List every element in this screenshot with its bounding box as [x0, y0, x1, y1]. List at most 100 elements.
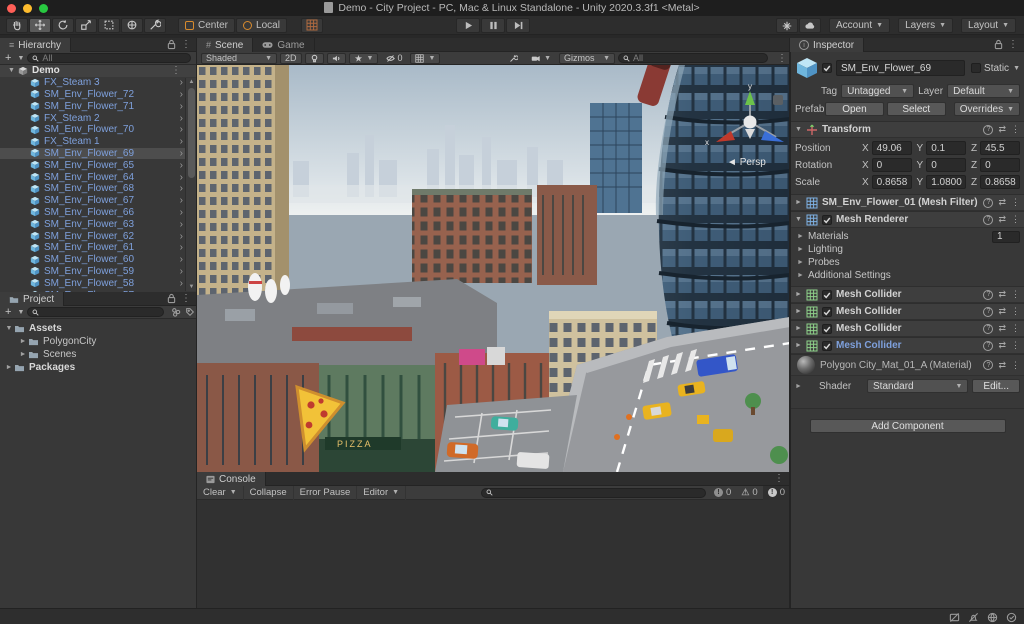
hierarchy-item[interactable]: FX_Steam 1 ›: [0, 136, 197, 148]
tag-dropdown[interactable]: Untagged ▼: [841, 84, 915, 98]
add-component-button[interactable]: Add Component: [809, 419, 1006, 433]
search-by-label-icon[interactable]: [185, 307, 195, 317]
probes-foldout[interactable]: ► Probes: [795, 256, 1020, 269]
kebab-menu-icon[interactable]: ⋮: [771, 473, 787, 484]
grid-snap-button[interactable]: [300, 17, 323, 33]
foldout-icon[interactable]: ►: [795, 325, 806, 332]
custom-tool-button[interactable]: [144, 17, 166, 33]
shader-edit-button[interactable]: Edit...: [972, 379, 1020, 393]
chevron-down-icon[interactable]: ▼: [1013, 65, 1020, 72]
prefab-arrow-icon[interactable]: ›: [180, 148, 183, 159]
component-enabled-checkbox[interactable]: [822, 289, 832, 300]
hierarchy-item[interactable]: SM_Env_Flower_64 ›: [0, 171, 197, 183]
hierarchy-item[interactable]: SM_Env_Flower_68 ›: [0, 183, 197, 195]
hierarchy-item-selected[interactable]: SM_Env_Flower_69 ›: [0, 147, 197, 160]
lock-icon[interactable]: [167, 39, 176, 50]
foldout-icon[interactable]: ►: [18, 351, 28, 358]
rotation-y-field[interactable]: 0: [926, 158, 967, 172]
kebab-menu-icon[interactable]: ⋮: [178, 39, 194, 50]
prefab-arrow-icon[interactable]: ›: [180, 207, 183, 218]
kebab-menu-icon[interactable]: ⋮: [1011, 340, 1020, 351]
mesh-collider-component-header-selected[interactable]: ► Mesh Collider ? ⇄ ⋮: [791, 337, 1024, 354]
materials-count-field[interactable]: 1: [992, 230, 1020, 243]
gizmos-dropdown[interactable]: Gizmos ▼: [559, 52, 615, 64]
foldout-icon[interactable]: ▼: [795, 216, 806, 223]
presets-icon[interactable]: ⇄: [998, 323, 1006, 334]
kebab-menu-icon[interactable]: ⋮: [1005, 39, 1021, 50]
project-search-input[interactable]: [39, 307, 160, 317]
hierarchy-search-input[interactable]: [39, 53, 186, 63]
component-enabled-checkbox[interactable]: [822, 340, 832, 351]
prefab-overrides-dropdown[interactable]: Overrides ▼: [953, 102, 1021, 116]
console-collapse-button[interactable]: Collapse: [244, 485, 294, 500]
kebab-menu-icon[interactable]: ⋮: [1011, 289, 1020, 300]
prefab-arrow-icon[interactable]: ›: [180, 231, 183, 242]
presets-icon[interactable]: ⇄: [998, 340, 1006, 351]
project-folder-scenes[interactable]: ► Scenes: [0, 348, 197, 361]
layer-dropdown[interactable]: Default ▼: [947, 84, 1021, 98]
console-info-toggle[interactable]: ! 0: [709, 486, 736, 500]
foldout-icon[interactable]: ▼: [4, 325, 14, 332]
gizmo-lock-icon[interactable]: [773, 95, 783, 105]
presets-icon[interactable]: ⇄: [998, 306, 1006, 317]
prefab-arrow-icon[interactable]: ›: [180, 101, 183, 112]
help-icon[interactable]: ?: [983, 214, 994, 225]
rotation-x-field[interactable]: 0: [871, 158, 912, 172]
hierarchy-item[interactable]: SM_Env_Flower_65 ›: [0, 159, 197, 171]
create-object-button[interactable]: +: [5, 52, 11, 64]
scale-y-field[interactable]: 1.0800: [926, 175, 967, 189]
prefab-arrow-icon[interactable]: ›: [180, 195, 183, 206]
foldout-icon[interactable]: ►: [18, 338, 28, 345]
help-icon[interactable]: ?: [983, 340, 994, 351]
prefab-arrow-icon[interactable]: ›: [180, 183, 183, 194]
pause-button[interactable]: [481, 18, 505, 33]
foldout-icon[interactable]: ►: [795, 291, 806, 298]
scene-grid-dropdown[interactable]: ▼: [410, 52, 441, 64]
foldout-icon[interactable]: ►: [4, 364, 14, 371]
presets-icon[interactable]: ⇄: [998, 197, 1006, 208]
hierarchy-item[interactable]: SM_Env_Flower_59 ›: [0, 266, 197, 278]
component-enabled-checkbox[interactable]: [822, 214, 832, 225]
scale-z-field[interactable]: 0.8658: [980, 175, 1020, 189]
position-y-field[interactable]: 0.1: [926, 141, 967, 155]
scale-tool-button[interactable]: [75, 17, 97, 33]
play-button[interactable]: [456, 18, 480, 33]
scene-visibility-button[interactable]: 0: [381, 53, 407, 64]
hierarchy-item[interactable]: SM_Env_Flower_66 ›: [0, 207, 197, 219]
prefab-arrow-icon[interactable]: ›: [180, 136, 183, 147]
prefab-arrow-icon[interactable]: ›: [180, 266, 183, 277]
project-folder-packages[interactable]: ► Packages: [0, 361, 197, 374]
transform-component-header[interactable]: ▼ Transform ? ⇄ ⋮: [791, 121, 1024, 138]
presets-icon[interactable]: ⇄: [998, 214, 1006, 225]
foldout-icon[interactable]: ▼: [795, 126, 806, 133]
kebab-menu-icon[interactable]: ⋮: [1011, 306, 1020, 317]
2d-toggle-button[interactable]: 2D: [280, 52, 302, 64]
presets-icon[interactable]: ⇄: [998, 289, 1006, 300]
hierarchy-item[interactable]: SM_Env_Flower_67 ›: [0, 195, 197, 207]
prefab-arrow-icon[interactable]: ›: [180, 77, 183, 88]
hierarchy-item[interactable]: SM_Env_Flower_61 ›: [0, 242, 197, 254]
help-icon[interactable]: ?: [983, 360, 994, 370]
kebab-menu-icon[interactable]: ⋮: [1011, 197, 1020, 208]
mesh-filter-component-header[interactable]: ► SM_Env_Flower_01 (Mesh Filter) ? ⇄ ⋮: [791, 194, 1024, 211]
console-search-input[interactable]: [493, 487, 702, 498]
hierarchy-root-demo[interactable]: ▼ Demo ⋮: [0, 65, 197, 77]
shader-dropdown[interactable]: Standard ▼: [867, 379, 969, 393]
layout-dropdown[interactable]: Layout ▼: [961, 18, 1016, 33]
rotation-z-field[interactable]: 0: [980, 158, 1020, 172]
prefab-arrow-icon[interactable]: ›: [180, 113, 183, 124]
position-z-field[interactable]: 45.5: [980, 141, 1020, 155]
console-error-pause-button[interactable]: Error Pause: [294, 485, 358, 500]
console-log-area[interactable]: [197, 500, 790, 608]
notifications-muted-icon[interactable]: [967, 611, 980, 623]
scale-x-field[interactable]: 0.8658: [871, 175, 912, 189]
account-dropdown[interactable]: Account ▼: [829, 18, 891, 33]
hierarchy-item[interactable]: FX_Steam 3 ›: [0, 77, 197, 89]
transform-tool-button[interactable]: [121, 17, 143, 33]
material-header[interactable]: Polygon City_Mat_01_A (Material) ? ⇄ ⋮: [791, 354, 1024, 376]
prefab-arrow-icon[interactable]: ›: [180, 124, 183, 135]
search-by-type-icon[interactable]: [171, 307, 181, 317]
mesh-collider-component-header[interactable]: ► Mesh Collider ? ⇄ ⋮: [791, 303, 1024, 320]
cache-server-icon[interactable]: [986, 611, 999, 623]
console-editor-dropdown[interactable]: Editor ▼: [357, 485, 407, 500]
